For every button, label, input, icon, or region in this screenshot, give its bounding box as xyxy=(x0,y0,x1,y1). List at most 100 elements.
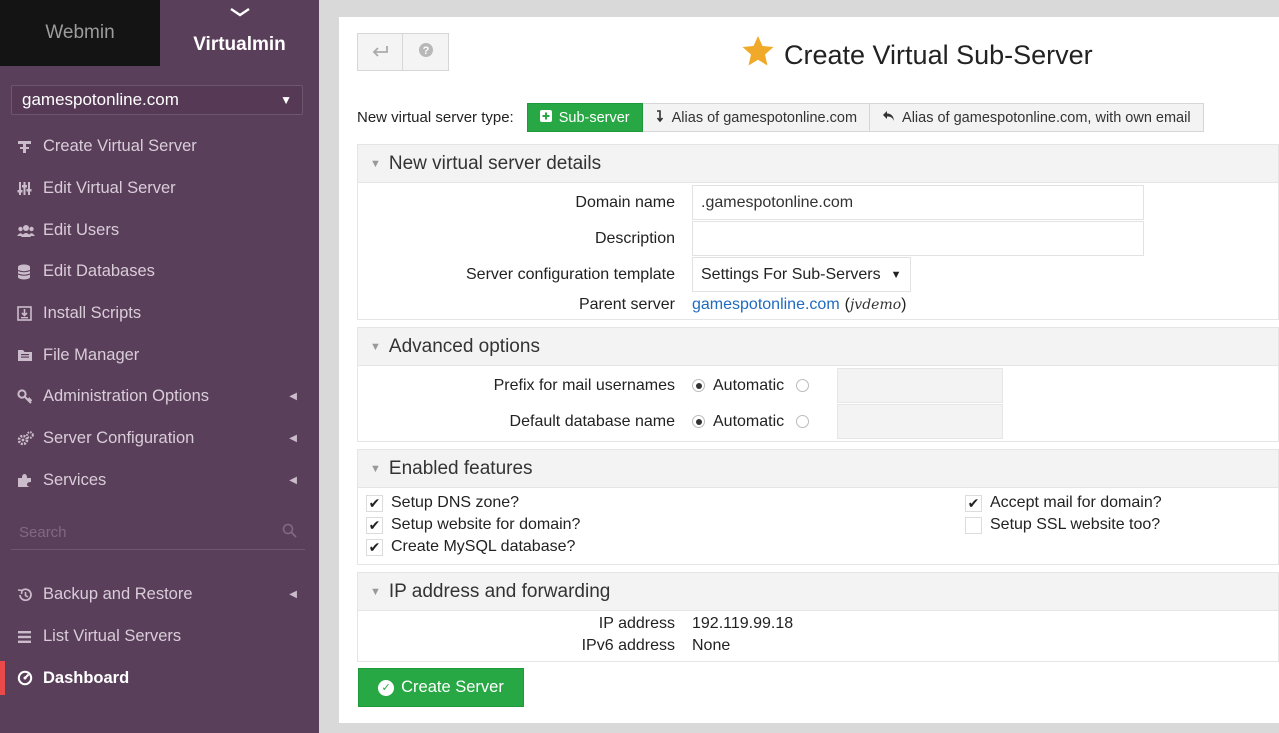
db-name-custom-radio[interactable] xyxy=(796,415,810,428)
checkbox-unchecked[interactable] xyxy=(965,516,982,534)
db-name-automatic-radio[interactable] xyxy=(692,415,705,428)
section-header[interactable]: ▼ New virtual server details xyxy=(358,145,1278,183)
list-icon xyxy=(17,630,39,644)
feature-label: Setup DNS zone? xyxy=(391,494,520,511)
mail-prefix-label: Prefix for mail usernames xyxy=(493,376,675,394)
triangle-down-icon: ▼ xyxy=(370,585,381,598)
sidebar-item-services[interactable]: Services ◀ xyxy=(0,460,319,502)
plus-square-icon xyxy=(539,110,552,125)
checkbox-checked[interactable]: ✔ xyxy=(366,538,383,556)
database-icon xyxy=(17,264,39,280)
template-select-value: Settings For Sub-Servers xyxy=(701,265,881,283)
type-alias-button[interactable]: Alias of gamespotonline.com xyxy=(642,103,871,132)
section-header[interactable]: ▼ Advanced options xyxy=(358,328,1278,366)
triangle-down-icon: ▼ xyxy=(370,340,381,353)
search-input[interactable] xyxy=(19,524,259,541)
star-icon[interactable] xyxy=(741,35,775,75)
sidebar-item-label: Edit Databases xyxy=(43,262,155,281)
page-title-text: Create Virtual Sub-Server xyxy=(784,39,1093,70)
sidebar-item-administration-options[interactable]: Administration Options ◀ xyxy=(0,376,319,418)
create-server-label: Create Server xyxy=(401,678,504,696)
sidebar-item-label: Install Scripts xyxy=(43,304,142,323)
type-sub-server-button[interactable]: Sub-server xyxy=(526,103,643,132)
tab-webmin[interactable]: Webmin xyxy=(0,0,160,66)
sidebar-item-edit-databases[interactable]: Edit Databases xyxy=(0,251,319,293)
mail-prefix-row: Prefix for mail usernames Automatic xyxy=(339,368,1004,403)
feature-ssl[interactable]: Setup SSL website too? xyxy=(965,516,1160,534)
description-input[interactable] xyxy=(692,221,1144,256)
feature-dns[interactable]: ✔ Setup DNS zone? xyxy=(366,494,519,512)
description-label: Description xyxy=(594,229,675,247)
reply-icon xyxy=(882,110,895,125)
sidebar-item-label: File Manager xyxy=(43,345,140,364)
sidebar-item-label: Edit Virtual Server xyxy=(43,179,176,198)
sidebar-item-create-virtual-server[interactable]: Create Virtual Server xyxy=(0,126,319,168)
sidebar-item-list-virtual-servers[interactable]: List Virtual Servers xyxy=(0,616,319,658)
mail-prefix-input[interactable] xyxy=(837,368,1004,403)
section-title: Enabled features xyxy=(388,457,533,479)
caret-left-icon: ◀ xyxy=(289,589,297,601)
svg-text:?: ? xyxy=(422,45,429,57)
feature-mail[interactable]: ✔ Accept mail for domain? xyxy=(965,494,1162,512)
type-alias-own-email-button[interactable]: Alias of gamespotonline.com, with own em… xyxy=(870,103,1204,132)
ipv6-address-label: IPv6 address xyxy=(581,637,675,654)
mail-prefix-automatic-radio[interactable] xyxy=(692,379,705,392)
search-icon[interactable] xyxy=(282,523,297,542)
brand-tabs: Webmin Virtualmin xyxy=(0,0,319,66)
feature-mysql[interactable]: ✔ Create MySQL database? xyxy=(366,538,575,556)
db-name-input[interactable] xyxy=(837,404,1004,439)
db-name-row: Default database name Automatic xyxy=(339,404,1004,439)
ip-address-value: 192.119.99.18 xyxy=(692,615,794,632)
domain-select[interactable]: gamespotonline.com ▼ xyxy=(11,85,303,115)
sidebar-item-label: Services xyxy=(43,470,107,489)
page-title: Create Virtual Sub-Server xyxy=(741,35,1093,75)
type-option-label: Sub-server xyxy=(558,109,630,126)
sidebar-item-edit-users[interactable]: Edit Users xyxy=(0,209,319,251)
ip-address-row: IP address 192.119.99.18 xyxy=(357,614,793,634)
section-title: IP address and forwarding xyxy=(388,580,611,602)
sidebar-item-install-scripts[interactable]: Install Scripts xyxy=(0,293,319,335)
triangle-down-icon: ▼ xyxy=(370,462,381,475)
help-button[interactable]: ? xyxy=(403,33,449,71)
radio-label: Automatic xyxy=(713,412,785,430)
parent-server-link[interactable]: gamespotonline.com xyxy=(692,296,840,314)
sidebar-item-label: Dashboard xyxy=(43,668,130,687)
sidebar-item-edit-virtual-server[interactable]: Edit Virtual Server xyxy=(0,168,319,210)
folder-icon xyxy=(17,348,39,362)
sidebar: Webmin Virtualmin gamespotonline.com ▼ C… xyxy=(0,0,319,733)
section-header[interactable]: ▼ Enabled features xyxy=(358,450,1278,488)
caret-down-icon: ▼ xyxy=(890,268,902,281)
section-title: New virtual server details xyxy=(388,152,602,174)
tab-virtualmin-label: Virtualmin xyxy=(193,34,286,55)
mail-prefix-custom-radio[interactable] xyxy=(796,379,810,392)
sidebar-item-file-manager[interactable]: File Manager xyxy=(0,334,319,376)
radio-label: Automatic xyxy=(713,376,785,394)
sidebar-item-backup-and-restore[interactable]: Backup and Restore ◀ xyxy=(0,574,319,616)
section-header[interactable]: ▼ IP address and forwarding xyxy=(358,573,1278,611)
parent-server-label: Parent server xyxy=(578,296,675,313)
sidebar-item-server-configuration[interactable]: Server Configuration ◀ xyxy=(0,418,319,460)
sidebar-item-label: List Virtual Servers xyxy=(43,627,182,646)
template-select[interactable]: Settings For Sub-Servers ▼ xyxy=(692,257,911,292)
domain-name-input[interactable]: .gamespotonline.com xyxy=(692,185,1144,220)
back-button[interactable] xyxy=(357,33,403,71)
toolbar: ? xyxy=(357,33,449,71)
ipv6-address-value: None xyxy=(692,637,731,654)
feature-website[interactable]: ✔ Setup website for domain? xyxy=(366,516,580,534)
level-down-icon xyxy=(655,109,665,126)
sidebar-item-dashboard[interactable]: Dashboard xyxy=(0,657,319,699)
checkbox-checked[interactable]: ✔ xyxy=(366,494,383,512)
sidebar-search xyxy=(11,516,305,550)
checkbox-checked[interactable]: ✔ xyxy=(965,494,982,512)
plus-icon xyxy=(17,139,39,154)
main-panel: ? Create Virtual Sub-Server New virtual … xyxy=(339,17,1279,723)
download-icon xyxy=(17,306,39,321)
create-server-button[interactable]: ✓ Create Server xyxy=(358,668,524,707)
domain-select-value: gamespotonline.com xyxy=(22,90,179,109)
tab-virtualmin[interactable]: Virtualmin xyxy=(160,0,319,66)
server-type-row: New virtual server type: Sub-server Alia… xyxy=(357,103,1204,132)
sidebar-item-label: Administration Options xyxy=(43,387,209,406)
checkbox-checked[interactable]: ✔ xyxy=(366,516,383,534)
key-icon xyxy=(17,389,39,405)
server-type-label: New virtual server type: xyxy=(357,109,514,126)
